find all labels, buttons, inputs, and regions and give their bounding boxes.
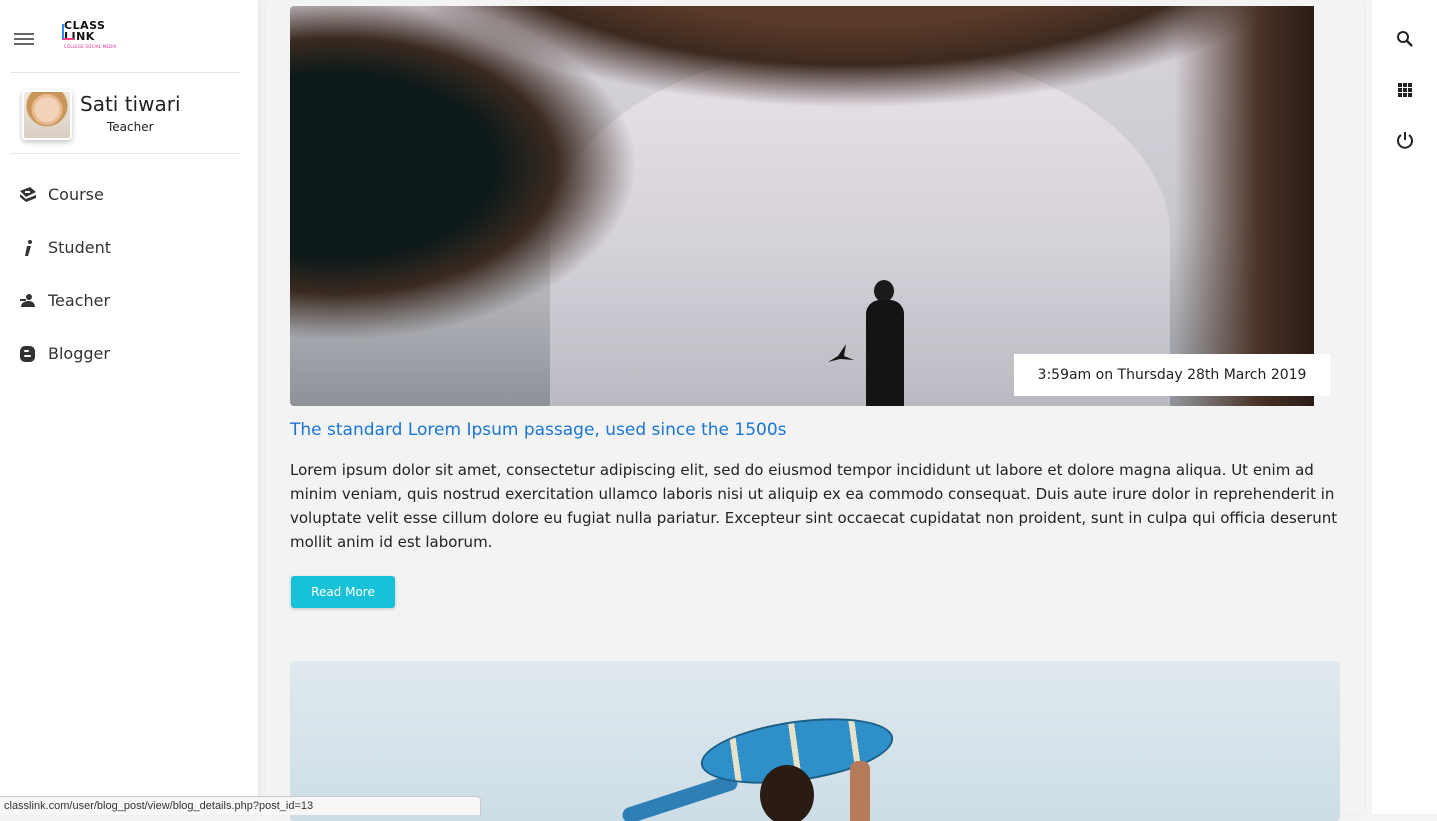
read-more-button[interactable]: Read More (291, 576, 395, 608)
post-title-link[interactable]: The standard Lorem Ipsum passage, used s… (290, 420, 787, 440)
search-icon[interactable] (1394, 28, 1416, 50)
logo-tagline: COLLEGE SOCIAL MEDIA (64, 44, 117, 49)
profile-role: Teacher (107, 120, 154, 134)
post-image[interactable] (290, 6, 1314, 406)
post-excerpt: Lorem ipsum dolor sit amet, consectetur … (290, 461, 1338, 551)
apps-grid-icon[interactable] (1394, 79, 1416, 101)
sidebar-item-label: Student (48, 238, 111, 257)
sidebar-item-student[interactable]: Student (0, 221, 258, 274)
divider (10, 72, 240, 73)
avatar[interactable] (22, 90, 72, 140)
cave-right (1174, 6, 1314, 406)
sidebar-nav: Course Student Teacher Blogger (0, 168, 258, 380)
student-icon (25, 240, 32, 256)
bird-silhouette (828, 344, 854, 362)
sidebar-item-blogger[interactable]: Blogger (0, 327, 258, 380)
blog-feed: 3:59am on Thursday 28th March 2019 The s… (266, 0, 1364, 821)
hamburger-menu-icon[interactable] (14, 31, 34, 47)
divider (10, 153, 240, 154)
teacher-icon (20, 294, 35, 307)
profile-name: Sati tiwari (80, 92, 181, 116)
sidebar-item-label: Teacher (48, 291, 111, 310)
user-profile: Sati tiwari Teacher (20, 88, 250, 148)
sidebar-item-course[interactable]: Course (0, 168, 258, 221)
post-timestamp: 3:59am on Thursday 28th March 2019 (1014, 354, 1330, 396)
logo-mark (62, 24, 74, 40)
course-icon (20, 187, 36, 202)
blogger-icon (20, 346, 35, 362)
person-silhouette (858, 280, 918, 406)
status-bar-url: classlink.com/user/blog_post/view/blog_d… (0, 796, 481, 815)
surfer-arm (850, 761, 870, 821)
classlink-logo[interactable]: CLASS LINK COLLEGE SOCIAL MEDIA (62, 20, 124, 54)
sidebar: CLASS LINK COLLEGE SOCIAL MEDIA Sati tiw… (0, 0, 258, 814)
sidebar-item-label: Blogger (48, 344, 110, 363)
sidebar-item-label: Course (48, 185, 104, 204)
cave-left (290, 6, 750, 406)
power-icon[interactable] (1394, 129, 1416, 151)
sidebar-item-teacher[interactable]: Teacher (0, 274, 258, 327)
right-toolbar (1372, 0, 1437, 814)
surfer-head (760, 765, 814, 821)
